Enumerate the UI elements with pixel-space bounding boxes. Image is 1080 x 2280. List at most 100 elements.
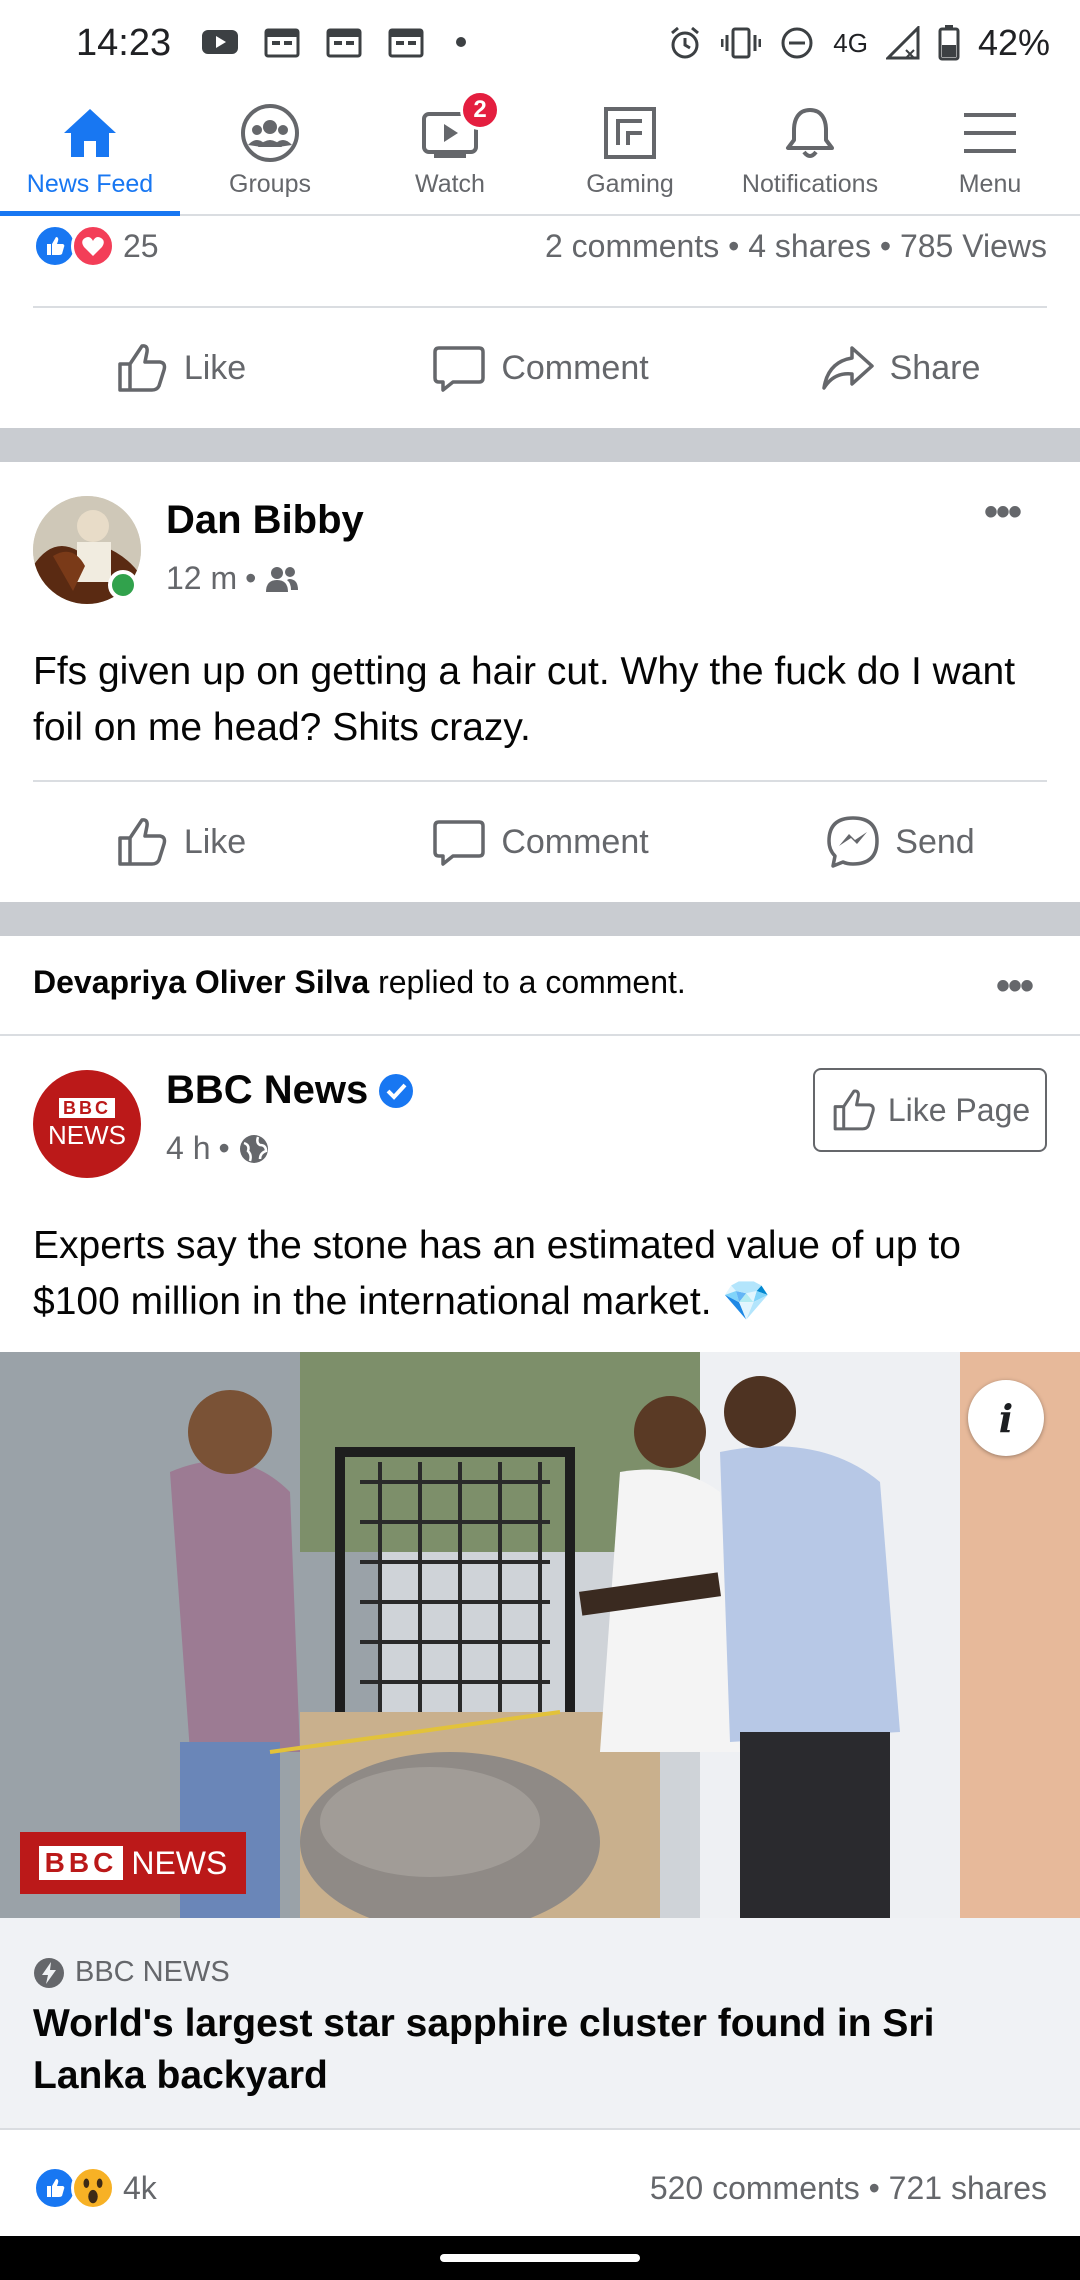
avatar[interactable]: BBC NEWS	[33, 1070, 141, 1178]
post-author-name[interactable]: BBC News	[166, 1068, 368, 1113]
tab-label: Watch	[415, 170, 485, 198]
bell-icon	[775, 102, 845, 164]
post-options-button[interactable]: •••	[984, 490, 1022, 535]
reaction-count[interactable]: 4k	[123, 2170, 157, 2207]
tab-label: Gaming	[586, 170, 674, 198]
messenger-icon	[827, 816, 880, 868]
post-time[interactable]: 4 h	[166, 1130, 210, 1167]
groups-icon	[235, 102, 305, 164]
battery-icon	[938, 25, 960, 61]
calendar-icon	[326, 28, 362, 58]
menu-icon	[955, 102, 1025, 164]
tab-groups[interactable]: Groups	[180, 88, 360, 216]
calendar-icon	[264, 28, 300, 58]
signal-icon	[885, 26, 920, 60]
tab-news-feed[interactable]: News Feed	[0, 88, 180, 216]
comment-icon	[433, 346, 486, 392]
activity-text: replied to a comment.	[369, 964, 686, 1000]
like-page-button[interactable]: Like Page	[813, 1068, 1047, 1152]
like-label: Like	[183, 348, 247, 387]
tab-label: Notifications	[741, 170, 879, 198]
post-text: Ffs given up on getting a hair cut. Why …	[33, 650, 1016, 749]
post2-actions: Like Comment Send	[0, 782, 1080, 902]
send-label: Send	[895, 822, 975, 861]
tab-gaming[interactable]: Gaming	[540, 88, 720, 216]
tab-menu[interactable]: Menu	[900, 88, 1080, 216]
activity-actor-name[interactable]: Devapriya Oliver Silva	[33, 964, 369, 1000]
post-text: Experts say the stone has an estimated v…	[33, 1224, 961, 1323]
link-preview-image[interactable]: i BBC NEWS	[0, 1352, 1080, 1918]
instant-article-bolt-icon	[34, 1957, 64, 1988]
post-meta: 12 m •	[166, 560, 300, 597]
battery-percent: 42%	[977, 22, 1050, 63]
do-not-disturb-icon	[781, 27, 813, 59]
ad-info-icon[interactable]: i	[968, 1380, 1044, 1456]
reaction-icons[interactable]	[33, 2166, 115, 2210]
post-stats[interactable]: 520 comments • 721 shares	[650, 2170, 1047, 2207]
status-time: 14:23	[76, 22, 172, 64]
status-system-icons: 4G 42%	[667, 22, 1050, 64]
online-status-dot	[108, 570, 138, 600]
comment-label: Comment	[501, 348, 649, 387]
tab-notifications[interactable]: Notifications	[720, 88, 900, 216]
post-stats[interactable]: 2 comments • 4 shares • 785 Views	[545, 228, 1047, 265]
post-time[interactable]: 12 m	[166, 560, 237, 597]
tab-watch[interactable]: 2 Watch	[360, 88, 540, 216]
meta-separator: •	[245, 560, 257, 596]
like-button[interactable]: Like	[0, 782, 360, 902]
post3-reactions-row: 4k 520 comments • 721 shares	[33, 2158, 1047, 2218]
meta-separator: •	[218, 1130, 230, 1166]
comment-button[interactable]: Comment	[360, 782, 720, 902]
comment-label: Comment	[501, 822, 649, 861]
like-button[interactable]: Like	[0, 308, 360, 428]
watermark-bbc-text: BBC	[38, 1846, 124, 1880]
comment-icon	[433, 820, 486, 866]
divider	[0, 1034, 1080, 1036]
share-label: Share	[889, 348, 981, 387]
like-icon	[118, 818, 167, 866]
watch-badge: 2	[460, 90, 500, 130]
post1-reactions-row: 25 2 comments • 4 shares • 785 Views	[33, 216, 1047, 276]
send-button[interactable]: Send	[720, 782, 1080, 902]
post-options-button[interactable]: •••	[996, 964, 1034, 1009]
link-domain: BBC NEWS	[33, 1956, 230, 1989]
wow-reaction-icon	[71, 2166, 115, 2210]
reaction-count[interactable]: 25	[123, 228, 159, 265]
bbc-news-watermark: BBC NEWS	[20, 1832, 246, 1894]
news-logo-text: NEWS	[48, 1120, 126, 1150]
post-meta: 4 h •	[166, 1130, 270, 1167]
link-title[interactable]: World's largest star sapphire cluster fo…	[33, 1998, 1033, 2102]
globe-icon	[239, 1134, 268, 1163]
comment-button[interactable]: Comment	[360, 308, 720, 428]
network-type: 4G	[833, 27, 868, 58]
share-icon	[821, 346, 874, 390]
system-navigation-bar	[0, 2236, 1080, 2280]
alarm-icon	[671, 26, 700, 59]
activity-header: Devapriya Oliver Silva replied to a comm…	[33, 964, 686, 1001]
tab-label: News Feed	[26, 170, 154, 198]
post-author-name[interactable]: Dan Bibby	[166, 498, 364, 543]
reaction-icons[interactable]	[33, 224, 115, 268]
post-separator	[0, 428, 1080, 462]
link-domain-text: BBC NEWS	[75, 1956, 230, 1988]
status-bar: 14:23 4G 42%	[0, 0, 1080, 88]
like-page-label: Like Page	[887, 1091, 1031, 1128]
post-separator	[0, 902, 1080, 936]
vibrate-icon	[721, 27, 762, 59]
top-navigation: News Feed Groups 2 Watch Gaming Notifica…	[0, 88, 1080, 216]
share-button[interactable]: Share	[720, 308, 1080, 428]
post1-actions: Like Comment Share	[0, 308, 1080, 428]
link-preview-card[interactable]: BBC NEWS World's largest star sapphire c…	[0, 1918, 1080, 2128]
like-icon	[118, 344, 167, 392]
verified-badge-icon	[379, 1073, 414, 1108]
friends-icon	[266, 566, 299, 592]
home-gesture-handle[interactable]	[440, 2254, 640, 2262]
more-notifications-dot	[456, 37, 466, 47]
bbc-logo-text: BBC	[59, 1098, 115, 1118]
tab-label: Groups	[229, 170, 311, 198]
tab-label: Menu	[958, 170, 1022, 198]
youtube-icon	[202, 30, 238, 54]
calendar-icon	[388, 28, 424, 58]
page-name-row: BBC News	[166, 1068, 414, 1113]
divider	[0, 2128, 1080, 2130]
